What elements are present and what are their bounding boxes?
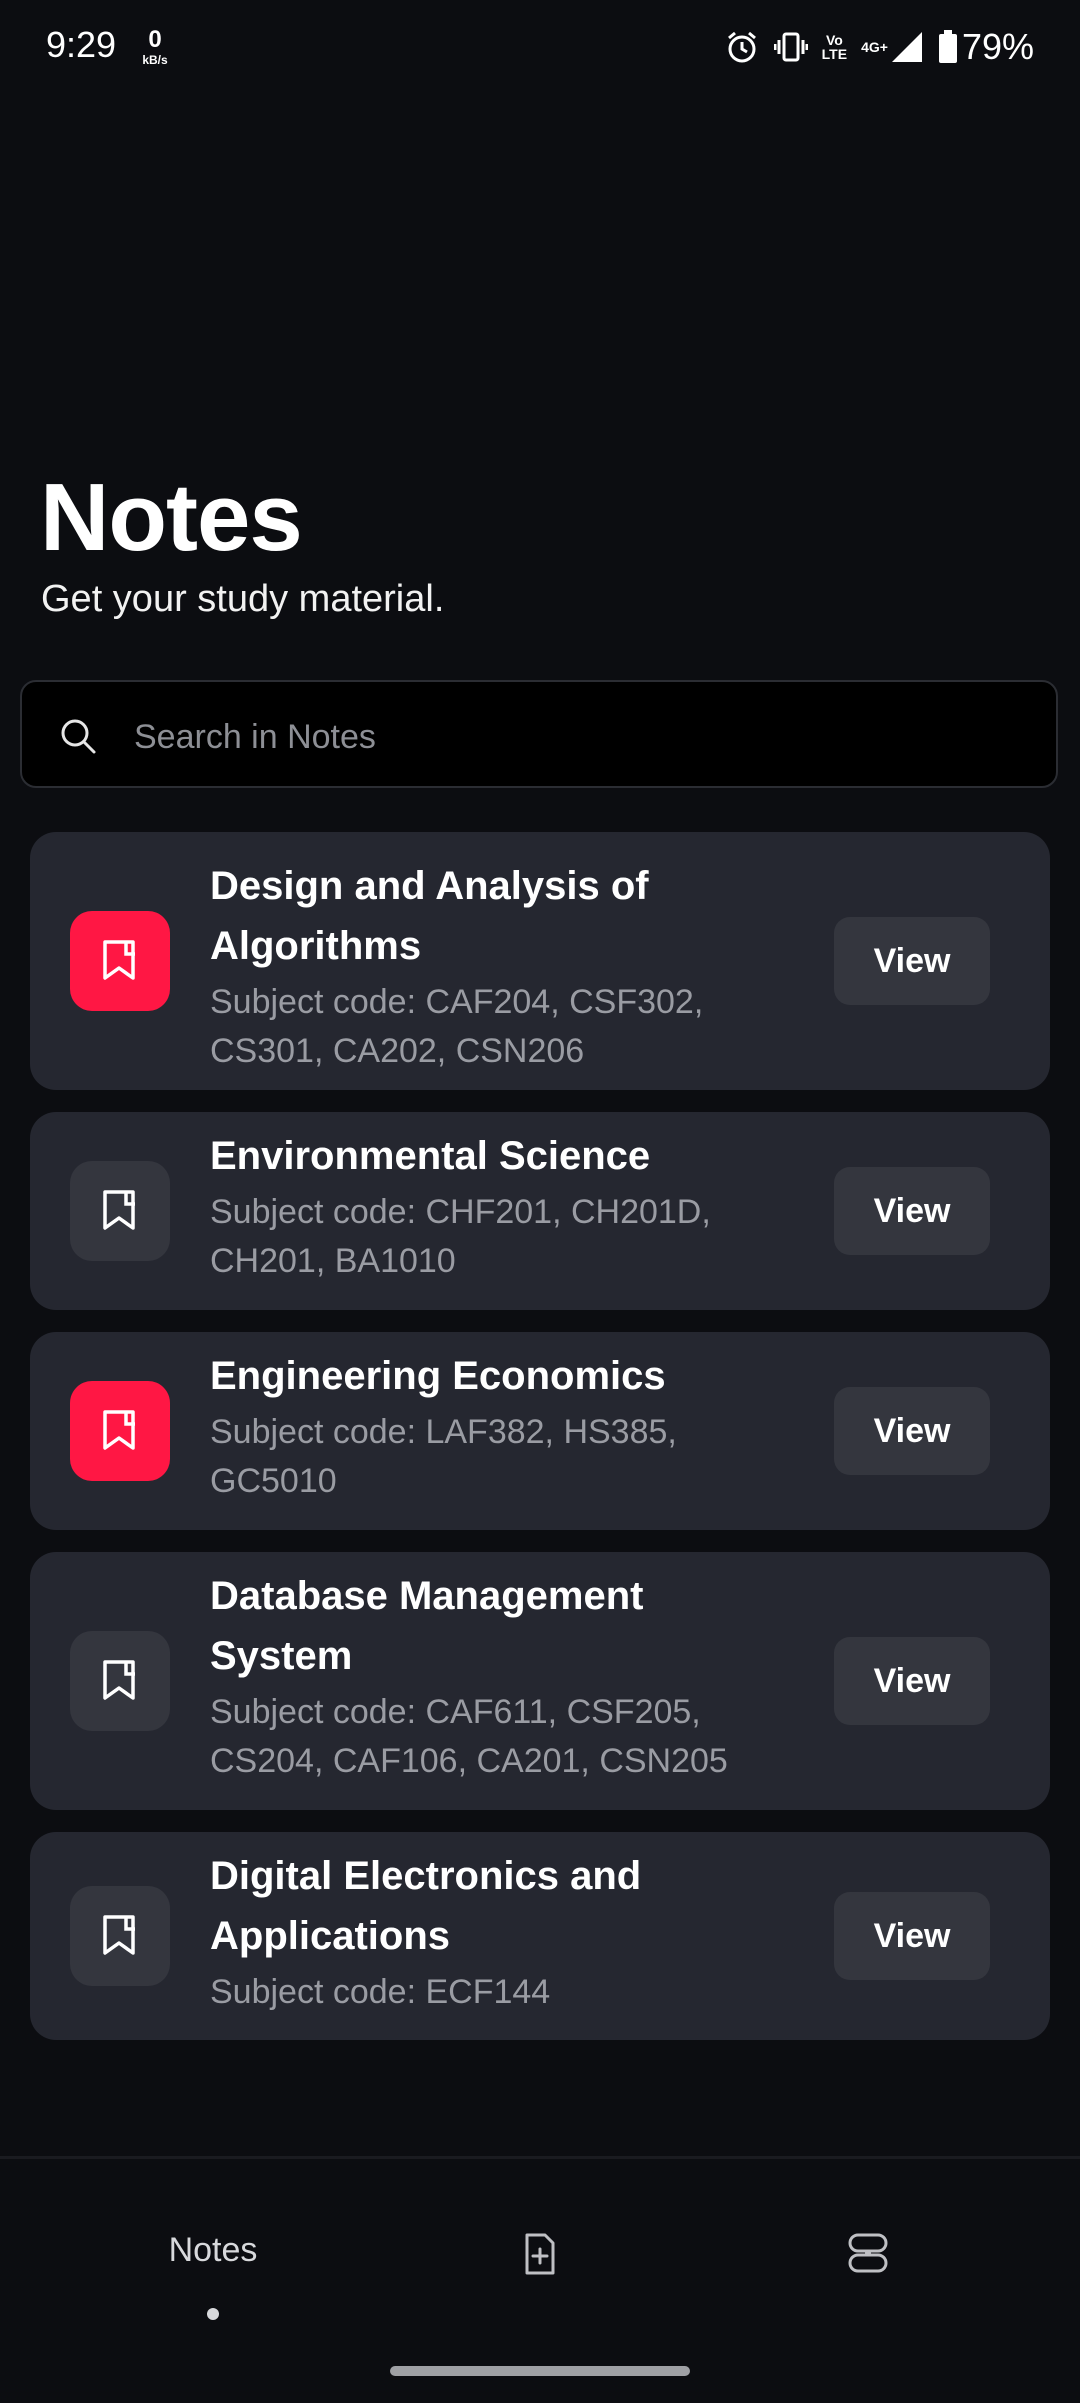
volte-bottom: LTE (821, 46, 848, 62)
note-bookmark-icon (70, 1886, 170, 1986)
page-title: Notes (40, 464, 303, 571)
subject-code: Subject code: LAF382, HS385, GC5010 (210, 1413, 677, 1500)
subject-card[interactable]: Database Management System Subject code: … (30, 1552, 1050, 1810)
network-speed-unit: kB/s (142, 53, 168, 67)
battery-percent: 79% (961, 26, 1034, 67)
subject-code: Subject code: CHF201, CH201D, CH201, BA10… (210, 1193, 711, 1280)
subject-title: Engineering Economics (210, 1354, 666, 1398)
battery-icon: 79% (938, 26, 1034, 68)
network-speed-value: 0 (148, 26, 162, 53)
subject-info: Design and Analysis of Algorithms Subject… (210, 856, 740, 1076)
view-button[interactable]: View (834, 1167, 990, 1255)
subject-info: Environmental Science Subject code: CHF2… (210, 1126, 740, 1286)
status-time: 9:29 (46, 24, 117, 65)
note-bookmark-icon (70, 911, 170, 1011)
network-type: 4G+ (861, 39, 888, 55)
subject-title: Database Management System (210, 1574, 644, 1678)
search-icon (58, 716, 98, 761)
vibrate-icon (773, 30, 808, 64)
view-button[interactable]: View (834, 1637, 990, 1725)
subject-title: Digital Electronics and Applications (210, 1854, 642, 1958)
note-bookmark-icon (70, 1631, 170, 1731)
alarm-icon (724, 29, 760, 65)
home-indicator[interactable] (390, 2366, 690, 2376)
volte-icon: Vo LTE (822, 33, 847, 61)
nav-tab-apps[interactable] (846, 2231, 890, 2280)
subject-code: Subject code: ECF144 (210, 1973, 551, 2011)
network-speed: 0 kB/s (135, 26, 175, 67)
nav-notes-label: Notes (168, 2231, 258, 2269)
note-bookmark-icon (70, 1161, 170, 1261)
signal-icon: 4G+ (861, 30, 924, 64)
subject-code: Subject code: CAF611, CSF205, CS204, CAF1… (210, 1693, 728, 1780)
subject-card[interactable]: Engineering Economics Subject code: LAF3… (30, 1332, 1050, 1530)
subject-card[interactable]: Digital Electronics and Applications Subj… (30, 1832, 1050, 2040)
subject-code: Subject code: CAF204, CSF302, CS301, CA20… (210, 983, 704, 1070)
page-subtitle: Get your study material. (41, 578, 445, 620)
subject-card[interactable]: Environmental Science Subject code: CHF2… (30, 1112, 1050, 1310)
note-bookmark-icon (70, 1381, 170, 1481)
subject-card[interactable]: Design and Analysis of Algorithms Subject… (30, 832, 1050, 1090)
active-indicator (207, 2308, 219, 2320)
nav-tab-upload[interactable] (515, 2231, 563, 2284)
subject-info: Database Management System Subject code: … (210, 1566, 740, 1786)
status-bar: 9:29 0 kB/s Vo LTE 4G+ 79% (0, 0, 1080, 96)
search-input[interactable] (132, 708, 1016, 766)
subject-info: Digital Electronics and Applications Subj… (210, 1846, 740, 2017)
subject-title: Environmental Science (210, 1134, 651, 1178)
upload-file-icon (515, 2233, 563, 2283)
view-button[interactable]: View (834, 917, 990, 1005)
search-bar[interactable] (20, 680, 1058, 788)
view-button[interactable]: View (834, 1387, 990, 1475)
subject-info: Engineering Economics Subject code: LAF3… (210, 1346, 740, 1506)
status-icons: Vo LTE 4G+ 79% (724, 22, 1034, 72)
subject-title: Design and Analysis of Algorithms (210, 864, 649, 968)
view-button[interactable]: View (834, 1892, 990, 1980)
apps-icon (846, 2233, 890, 2279)
nav-tab-notes[interactable]: Notes (120, 2231, 306, 2320)
